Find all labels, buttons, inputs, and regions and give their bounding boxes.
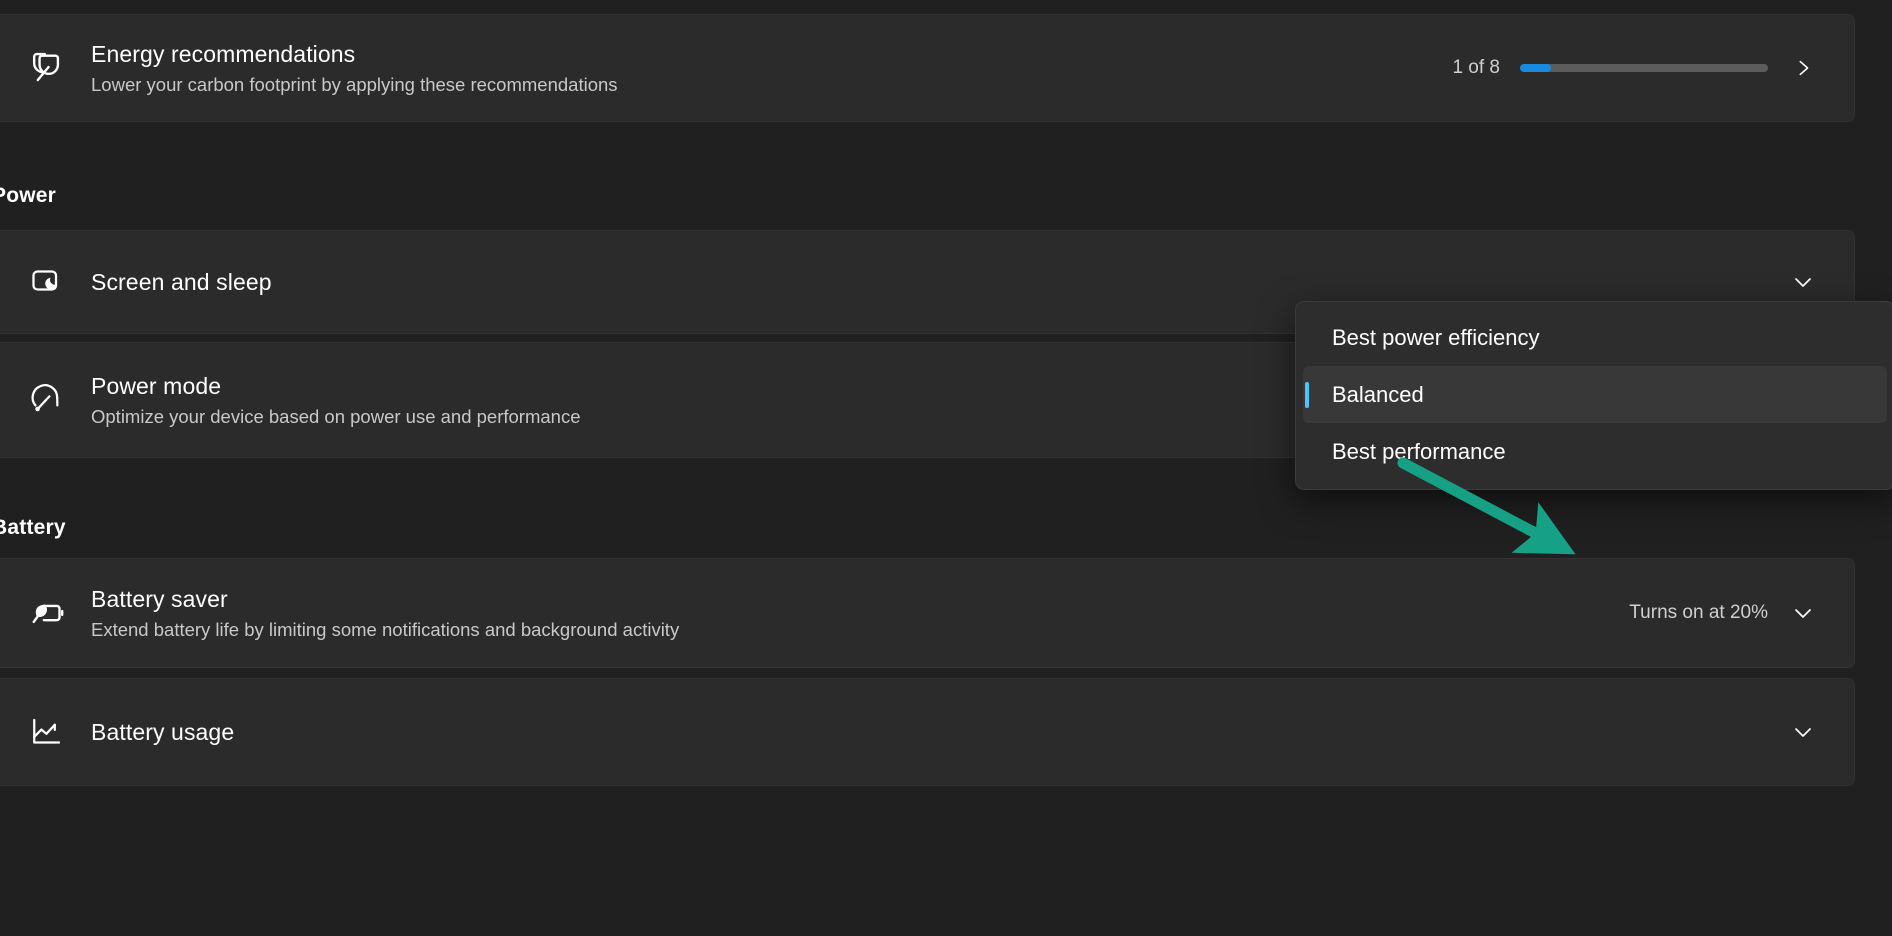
battery-saver-subtitle: Extend battery life by limiting some not… xyxy=(91,617,1629,643)
power-mode-option-balanced[interactable]: Balanced xyxy=(1303,366,1887,423)
energy-card-subtitle: Lower your carbon footprint by applying … xyxy=(91,72,1452,98)
battery-usage-right xyxy=(1788,717,1818,747)
option-label: Best performance xyxy=(1332,439,1506,465)
battery-usage-text: Battery usage xyxy=(91,717,1788,747)
chevron-right-icon[interactable] xyxy=(1788,53,1818,83)
power-mode-option-best-power-efficiency[interactable]: Best power efficiency xyxy=(1303,309,1887,366)
energy-progress-bar xyxy=(1520,64,1768,72)
leaf-icon xyxy=(25,46,69,90)
battery-saver-value: Turns on at 20% xyxy=(1629,602,1768,624)
section-header-power: Power xyxy=(0,184,56,208)
battery-saver-icon xyxy=(25,591,69,635)
chevron-down-icon[interactable] xyxy=(1788,717,1818,747)
screen-and-sleep-right xyxy=(1788,267,1818,297)
energy-recommendations-card[interactable]: Energy recommendations Lower your carbon… xyxy=(0,14,1855,122)
chevron-down-icon[interactable] xyxy=(1788,598,1818,628)
power-mode-gauge-icon xyxy=(25,378,69,422)
option-label: Balanced xyxy=(1332,382,1424,408)
energy-card-title: Energy recommendations xyxy=(91,39,1452,69)
chevron-down-icon[interactable] xyxy=(1788,267,1818,297)
battery-saver-title: Battery saver xyxy=(91,584,1629,614)
battery-usage-chart-icon xyxy=(25,710,69,754)
screen-and-sleep-text: Screen and sleep xyxy=(91,267,1788,297)
power-mode-option-best-performance[interactable]: Best performance xyxy=(1303,423,1887,480)
option-label: Best power efficiency xyxy=(1332,325,1539,351)
battery-saver-right: Turns on at 20% xyxy=(1629,598,1818,628)
energy-progress-fill xyxy=(1520,64,1551,72)
battery-saver-text: Battery saver Extend battery life by lim… xyxy=(91,584,1629,643)
screen-and-sleep-title: Screen and sleep xyxy=(91,267,1788,297)
energy-progress-counter: 1 of 8 xyxy=(1452,57,1500,79)
screen-sleep-icon xyxy=(25,260,69,304)
battery-saver-row[interactable]: Battery saver Extend battery life by lim… xyxy=(0,558,1855,668)
settings-power-battery-page: Energy recommendations Lower your carbon… xyxy=(0,0,1892,936)
power-mode-dropdown-flyout[interactable]: Best power efficiency Balanced Best perf… xyxy=(1295,301,1892,490)
battery-usage-title: Battery usage xyxy=(91,717,1788,747)
energy-card-right: 1 of 8 xyxy=(1452,53,1818,83)
battery-usage-row[interactable]: Battery usage xyxy=(0,678,1855,786)
energy-card-text: Energy recommendations Lower your carbon… xyxy=(91,39,1452,98)
section-header-battery: Battery xyxy=(0,516,66,540)
